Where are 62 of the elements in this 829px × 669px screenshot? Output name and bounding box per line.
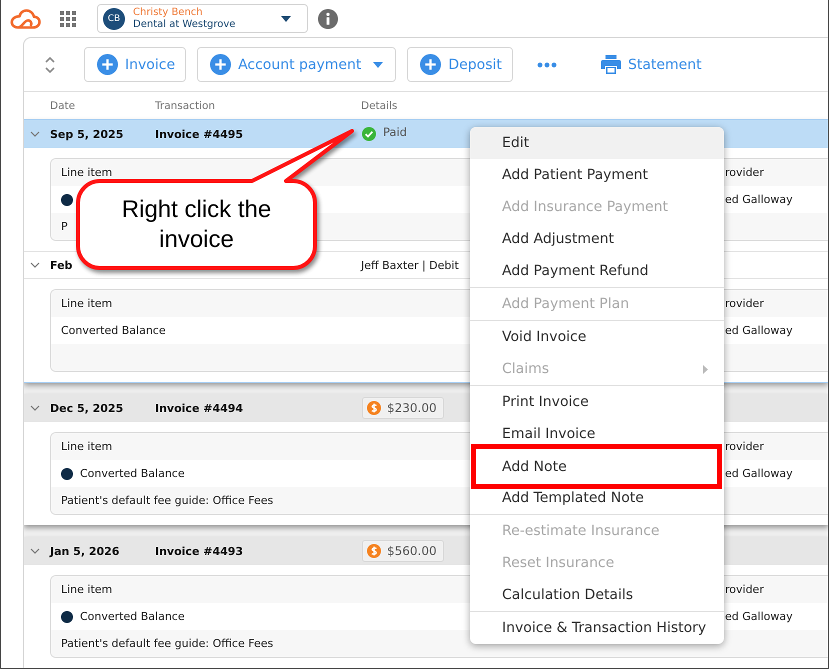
printer-icon bbox=[600, 55, 621, 74]
caret-icon bbox=[373, 62, 384, 68]
fee-guide-note: Patient's default fee guide: Office Fees bbox=[61, 494, 274, 507]
fee-guide-note: Patient's default fee guide: Office Fees bbox=[61, 637, 274, 650]
column-heading: Line item bbox=[61, 297, 112, 310]
check-circle-icon bbox=[362, 127, 376, 141]
column-heading: rovider bbox=[725, 297, 764, 310]
plus-icon bbox=[97, 54, 118, 75]
column-heading: rovider bbox=[725, 166, 764, 179]
invoice-number: Invoice #4495 bbox=[155, 128, 244, 140]
menu-item[interactable]: Invoice & Transaction History bbox=[470, 612, 724, 644]
patient-selector[interactable]: CB Christy Bench Dental at Westgrove bbox=[97, 4, 308, 33]
column-heading: rovider bbox=[725, 583, 764, 596]
chevron-icon[interactable] bbox=[30, 129, 40, 139]
plus-icon bbox=[210, 54, 232, 75]
dollar-icon bbox=[367, 544, 381, 558]
menu-item[interactable]: Add Note bbox=[471, 444, 722, 489]
cell-text: ed Galloway bbox=[725, 324, 793, 337]
column-heading: Line item bbox=[61, 166, 112, 179]
balance-amount: $560.00 bbox=[387, 544, 437, 558]
submenu-arrow-icon bbox=[703, 365, 708, 374]
avatar: CB bbox=[103, 8, 125, 30]
menu-item[interactable]: Add Templated Note bbox=[470, 489, 724, 514]
logo-icon bbox=[10, 8, 41, 30]
cell-text: ed Galloway bbox=[725, 467, 793, 480]
menu-item[interactable]: Void Invoice bbox=[470, 321, 724, 353]
invoice-date: Jan 5, 2026 bbox=[50, 544, 120, 558]
column-header: Transaction bbox=[155, 100, 216, 112]
column-header: Date bbox=[50, 100, 76, 112]
balance-amount: $230.00 bbox=[387, 401, 437, 415]
chevron-icon[interactable] bbox=[30, 546, 40, 556]
status-text: Paid bbox=[383, 125, 407, 139]
line-item-name: Converted Balance bbox=[80, 467, 185, 480]
invoice-date: Sep 5, 2025 bbox=[50, 128, 124, 140]
column-heading: Line item bbox=[61, 583, 112, 596]
invoice-date: Dec 5, 2025 bbox=[50, 402, 124, 414]
dollar-icon bbox=[367, 401, 381, 415]
line-item-name: Converted Balance bbox=[80, 610, 185, 623]
sort-icon[interactable] bbox=[44, 54, 56, 74]
payment-details: Jeff Baxter | Debit bbox=[361, 258, 459, 272]
patient-name: Christy Bench bbox=[133, 6, 203, 18]
chevron-icon[interactable] bbox=[30, 403, 40, 413]
line-item-name: Converted Balance bbox=[61, 324, 166, 337]
plus-icon bbox=[420, 54, 442, 75]
column-header: Details bbox=[361, 100, 398, 112]
cell-text: ed Galloway bbox=[725, 193, 793, 206]
column-heading: Line item bbox=[61, 440, 112, 453]
info-icon[interactable] bbox=[318, 8, 338, 28]
menu-item[interactable]: Edit bbox=[470, 127, 724, 159]
apps-grid-icon[interactable] bbox=[60, 10, 76, 26]
invoice-number: Invoice #4494 bbox=[155, 402, 244, 414]
chevron-icon[interactable] bbox=[30, 260, 40, 270]
practice-name: Dental at Westgrove bbox=[133, 18, 236, 30]
payment-date: Feb bbox=[50, 258, 72, 272]
menu-item[interactable]: Calculation Details bbox=[470, 579, 724, 611]
caret-icon bbox=[281, 16, 291, 22]
column-heading: rovider bbox=[725, 440, 764, 453]
cell-text: ed Galloway bbox=[725, 610, 793, 623]
more-icon[interactable] bbox=[536, 62, 557, 68]
menu-item[interactable]: Add Patient Payment bbox=[470, 159, 724, 191]
invoice-number: Invoice #4493 bbox=[155, 544, 244, 558]
fee-guide-note: P bbox=[61, 220, 68, 233]
